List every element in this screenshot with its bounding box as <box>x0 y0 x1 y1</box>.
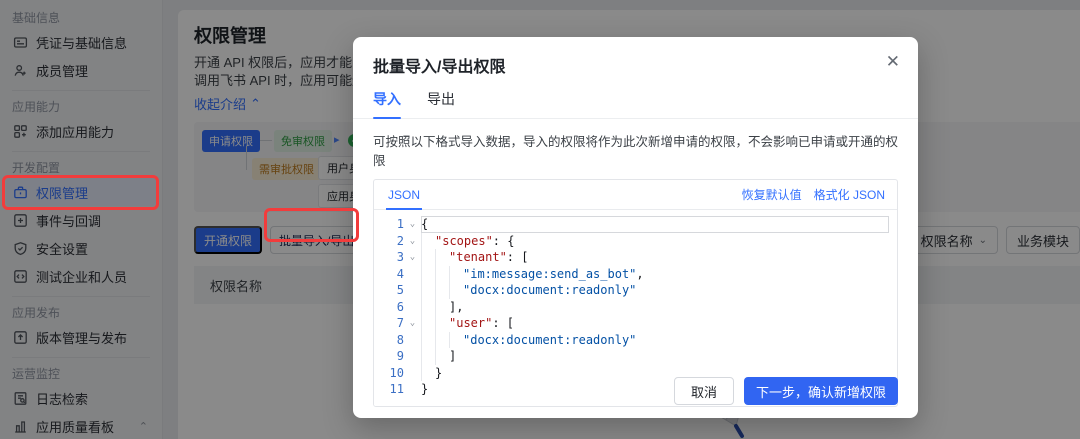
line-number: 9 <box>374 348 404 365</box>
code-text: "docx:document:readonly" <box>421 332 889 349</box>
fold-chevron-icon[interactable]: ⌄ <box>404 216 421 233</box>
tab-import[interactable]: 导入 <box>373 89 401 118</box>
code-line[interactable]: 9] <box>374 348 897 365</box>
format-json-link[interactable]: 格式化 JSON <box>814 186 885 203</box>
modal-footer: 取消 下一步，确认新增权限 <box>674 377 898 405</box>
code-token: { <box>421 216 428 233</box>
line-number: 3 <box>374 249 404 266</box>
code-line[interactable]: 1⌄{ <box>374 216 897 233</box>
fold-spacer <box>404 299 421 316</box>
fold-spacer <box>404 365 421 382</box>
line-number: 4 <box>374 266 404 283</box>
page: 基础信息凭证与基础信息成员管理应用能力添加应用能力开发配置权限管理事件与回调安全… <box>0 0 1080 439</box>
code-token: "im:message:send_as_bot" <box>463 266 636 283</box>
code-text: "user": [ <box>421 315 889 332</box>
code-line[interactable]: 8 "docx:document:readonly" <box>374 332 897 349</box>
indent-guide <box>435 266 449 283</box>
modal-tabs: 导入 导出 <box>353 89 918 119</box>
indent-guide <box>435 315 449 332</box>
line-number: 6 <box>374 299 404 316</box>
line-number: 2 <box>374 233 404 250</box>
code-token: "docx:document:readonly" <box>463 282 636 299</box>
code-line[interactable]: 4 "im:message:send_as_bot", <box>374 266 897 283</box>
code-token: , <box>636 266 643 283</box>
fold-chevron-icon[interactable]: ⌄ <box>404 315 421 332</box>
code-token: } <box>421 381 428 398</box>
indent-guide <box>421 299 435 316</box>
editor-header: JSON 恢复默认值 格式化 JSON <box>374 180 897 210</box>
fold-spacer <box>404 332 421 349</box>
cancel-button[interactable]: 取消 <box>674 377 734 405</box>
code-text: "tenant": [ <box>421 249 889 266</box>
code-line[interactable]: 6], <box>374 299 897 316</box>
fold-spacer <box>404 348 421 365</box>
confirm-button[interactable]: 下一步，确认新增权限 <box>744 377 898 405</box>
json-editor: JSON 恢复默认值 格式化 JSON 1⌄{2⌄"scopes": {3⌄"t… <box>373 179 898 407</box>
indent-guide <box>421 249 435 266</box>
code-line[interactable]: 5 "docx:document:readonly" <box>374 282 897 299</box>
fold-chevron-icon[interactable]: ⌄ <box>404 233 421 250</box>
indent-guide <box>449 266 463 283</box>
indent-guide <box>421 266 435 283</box>
code-token: ], <box>449 299 463 316</box>
indent-guide <box>435 332 449 349</box>
code-text: ] <box>421 348 889 365</box>
code-token: "user" <box>449 315 492 332</box>
code-line[interactable]: 3⌄"tenant": [ <box>374 249 897 266</box>
line-number: 1 <box>374 216 404 233</box>
indent-guide <box>421 233 435 250</box>
modal-title: 批量导入/导出权限 <box>373 53 505 77</box>
code-line[interactable]: 2⌄"scopes": { <box>374 233 897 250</box>
line-number: 11 <box>374 381 404 398</box>
batch-import-export-modal: 批量导入/导出权限 ✕ 导入 导出 可按照以下格式导入数据，导入的权限将作为此次… <box>353 37 918 418</box>
code-token: "scopes" <box>435 233 493 250</box>
code-text: ], <box>421 299 889 316</box>
code-token: : { <box>493 233 515 250</box>
tab-export[interactable]: 导出 <box>427 89 455 118</box>
code-text: "docx:document:readonly" <box>421 282 889 299</box>
indent-guide <box>421 282 435 299</box>
code-token: "docx:document:readonly" <box>463 332 636 349</box>
indent-guide <box>421 348 435 365</box>
restore-default-link[interactable]: 恢复默认值 <box>742 186 802 203</box>
code-token: : [ <box>492 315 514 332</box>
fold-spacer <box>404 381 421 398</box>
code-text: { <box>421 216 889 233</box>
code-token: "tenant" <box>449 249 507 266</box>
line-number: 10 <box>374 365 404 382</box>
code-line[interactable]: 7⌄"user": [ <box>374 315 897 332</box>
indent-guide <box>421 365 435 382</box>
code-token: } <box>435 365 442 382</box>
modal-description: 可按照以下格式导入数据，导入的权限将作为此次新增申请的权限，不会影响已申请或开通… <box>353 119 918 169</box>
fold-spacer <box>404 266 421 283</box>
indent-guide <box>449 282 463 299</box>
indent-guide <box>435 348 449 365</box>
fold-chevron-icon[interactable]: ⌄ <box>404 249 421 266</box>
editor-lang-tab[interactable]: JSON <box>386 180 422 210</box>
line-number: 5 <box>374 282 404 299</box>
editor-links: 恢复默认值 格式化 JSON <box>742 186 885 203</box>
code-token: ] <box>449 348 456 365</box>
indent-guide <box>435 282 449 299</box>
indent-guide <box>449 332 463 349</box>
line-number: 7 <box>374 315 404 332</box>
fold-spacer <box>404 282 421 299</box>
code-token: : [ <box>507 249 529 266</box>
indent-guide <box>421 332 435 349</box>
line-number: 8 <box>374 332 404 349</box>
modal-header: 批量导入/导出权限 ✕ <box>353 37 918 77</box>
indent-guide <box>435 249 449 266</box>
indent-guide <box>435 299 449 316</box>
code-text: "im:message:send_as_bot", <box>421 266 889 283</box>
code-text: "scopes": { <box>421 233 889 250</box>
close-icon[interactable]: ✕ <box>886 53 900 70</box>
indent-guide <box>421 315 435 332</box>
